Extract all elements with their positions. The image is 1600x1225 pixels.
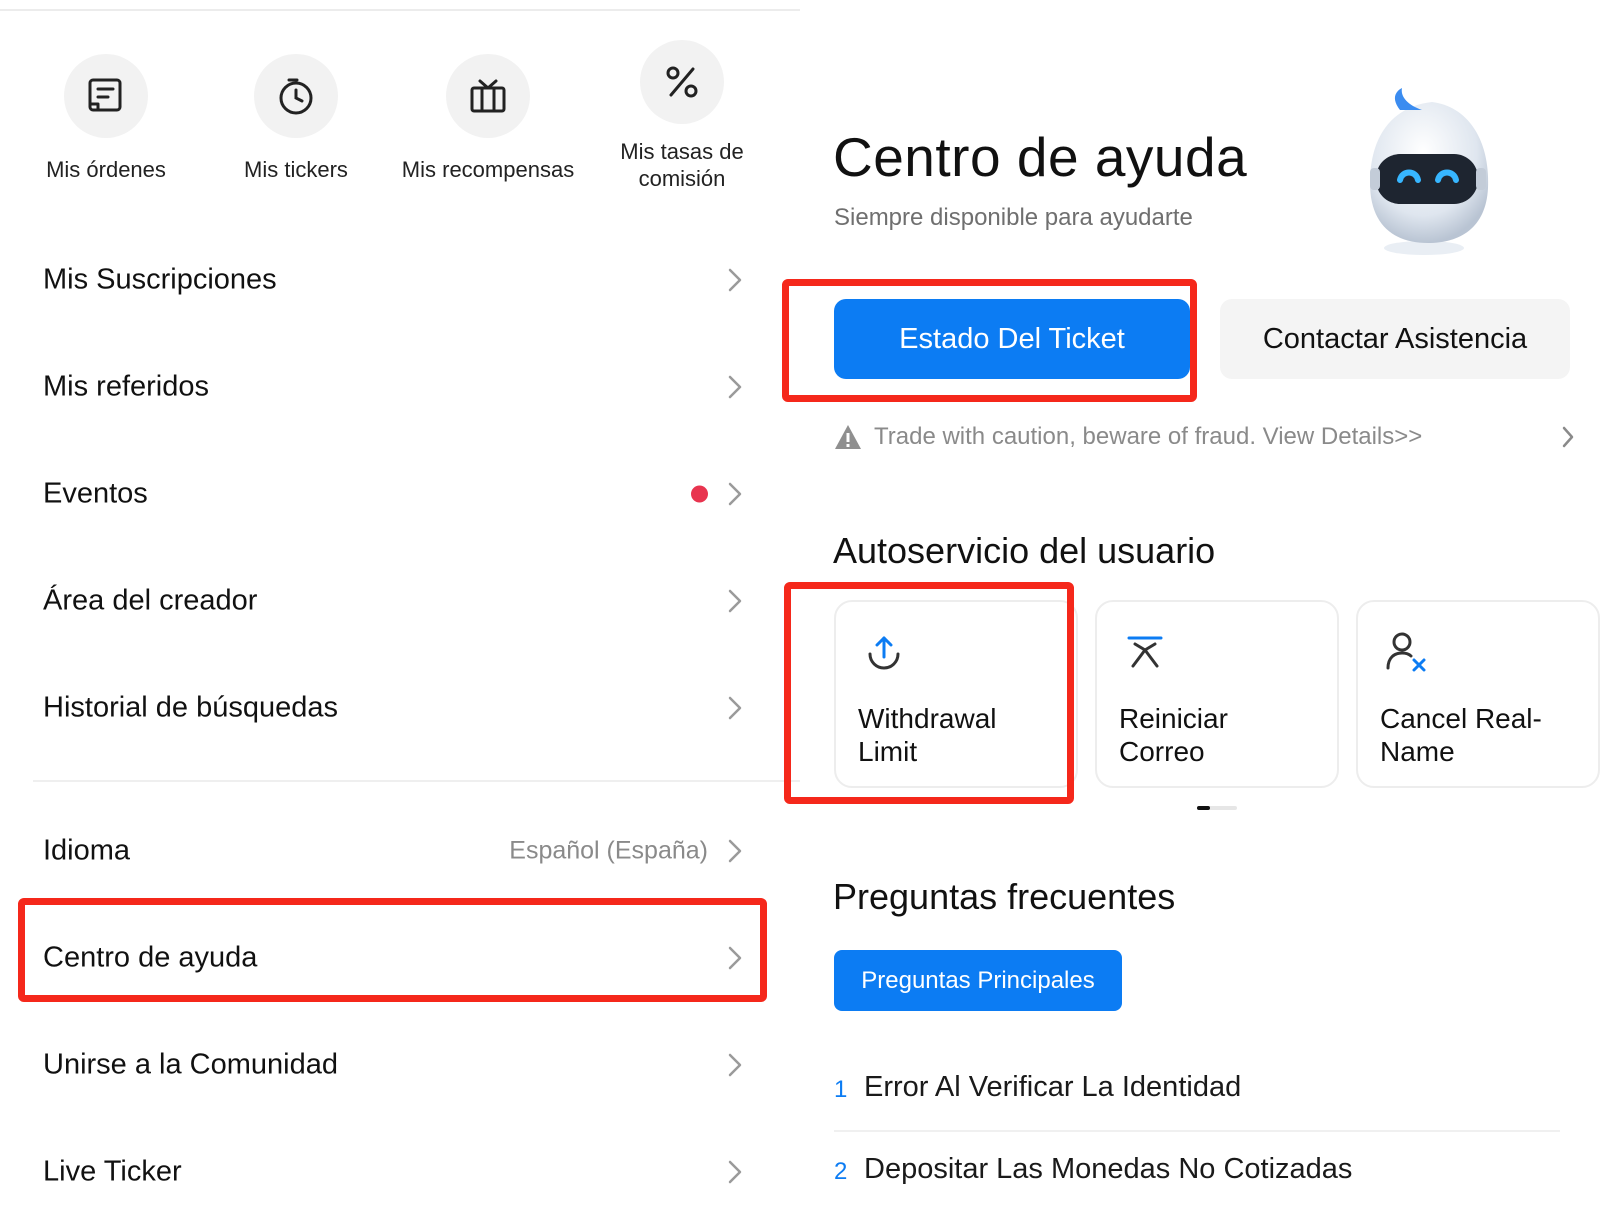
chevron-right-icon bbox=[728, 589, 742, 612]
menu-item-search-history[interactable]: Historial de búsquedas bbox=[0, 654, 800, 761]
menu-item-label: Unirse a la Comunidad bbox=[43, 1048, 338, 1080]
upload-arrow-icon bbox=[868, 636, 900, 670]
menu-item-subscriptions[interactable]: Mis Suscripciones bbox=[0, 226, 800, 333]
card-reset-email[interactable]: Reiniciar Correo bbox=[1095, 600, 1339, 788]
chevron-right-icon bbox=[728, 839, 742, 862]
notification-dot bbox=[691, 485, 708, 502]
chevron-right-icon bbox=[728, 696, 742, 719]
faq-item[interactable]: 1 Error Al Verificar La Identidad bbox=[834, 1060, 1554, 1120]
chevron-right-icon bbox=[728, 1053, 742, 1076]
shortcut-label: Mis órdenes bbox=[46, 157, 166, 182]
carousel-indicator bbox=[1197, 806, 1237, 810]
shortcut-label: Mis recompensas bbox=[401, 157, 575, 182]
page-title: Centro de ayuda bbox=[833, 126, 1248, 188]
card-withdrawal-limit[interactable]: Withdrawal Limit bbox=[834, 600, 1078, 788]
faq-number: 2 bbox=[834, 1158, 848, 1185]
card-label: Cancel Real-Name bbox=[1380, 703, 1542, 767]
menu-item-label: Historial de búsquedas bbox=[43, 691, 339, 723]
faq-divider bbox=[834, 1130, 1560, 1132]
card-cancel-real-name[interactable]: Cancel Real-Name bbox=[1356, 600, 1600, 788]
faq-text: Error Al Verificar La Identidad bbox=[864, 1071, 1242, 1103]
faq-tab-top[interactable]: Preguntas Principales bbox=[834, 950, 1122, 1011]
card-label: Withdrawal Limit bbox=[858, 703, 997, 767]
menu-item-live-ticker[interactable]: Live Ticker bbox=[0, 1118, 800, 1225]
chevron-right-icon bbox=[728, 375, 742, 398]
ticket-status-button[interactable]: Estado Del Ticket bbox=[834, 299, 1190, 379]
orders-icon bbox=[64, 54, 148, 138]
reset-icon bbox=[1127, 636, 1163, 668]
help-center-panel: Centro de ayuda Siempre disponible para … bbox=[782, 0, 1600, 1225]
shortcut-orders[interactable]: Mis órdenes bbox=[8, 40, 204, 183]
faq-text: Depositar Las Monedas No Cotizadas bbox=[864, 1153, 1353, 1185]
page-subtitle: Siempre disponible para ayudarte bbox=[834, 204, 1193, 231]
menu-divider bbox=[33, 780, 800, 782]
menu-item-label: Idioma bbox=[43, 834, 131, 866]
menu-item-label: Mis Suscripciones bbox=[43, 263, 277, 295]
shortcut-label: Mis tasas de comisión bbox=[620, 139, 744, 191]
shortcut-label: Mis tickers bbox=[244, 157, 348, 182]
chevron-right-icon bbox=[728, 482, 742, 505]
menu-item-label: Mis referidos bbox=[43, 370, 209, 402]
menu-item-referrals[interactable]: Mis referidos bbox=[0, 333, 800, 440]
shortcut-fees[interactable]: Mis tasas de comisión bbox=[584, 40, 780, 192]
chevron-right-icon bbox=[728, 268, 742, 291]
menu-item-events[interactable]: Eventos bbox=[0, 440, 800, 547]
menu-item-creator-area[interactable]: Área del creador bbox=[0, 547, 800, 654]
notice-text: Trade with caution, beware of fraud. Vie… bbox=[874, 423, 1423, 450]
user-remove-icon bbox=[1386, 632, 1426, 672]
top-divider bbox=[0, 9, 800, 11]
account-menu-panel: Mis órdenes Mis tickers Mis recompensas … bbox=[0, 0, 800, 1225]
chevron-right-icon bbox=[728, 946, 742, 969]
self-service-title: Autoservicio del usuario bbox=[833, 530, 1216, 571]
menu-item-join-community[interactable]: Unirse a la Comunidad bbox=[0, 1011, 800, 1118]
menu-item-label: Centro de ayuda bbox=[43, 941, 258, 973]
warning-icon bbox=[835, 425, 861, 449]
menu-item-label: Área del creador bbox=[43, 584, 258, 616]
percent-icon bbox=[640, 40, 724, 124]
faq-number: 1 bbox=[834, 1076, 848, 1103]
menu-item-help-center[interactable]: Centro de ayuda bbox=[0, 904, 800, 1011]
robot-mascot-icon bbox=[1370, 88, 1489, 255]
shortcut-tickers[interactable]: Mis tickers bbox=[198, 40, 394, 183]
carousel-indicator-active bbox=[1197, 806, 1210, 810]
menu-item-label: Eventos bbox=[43, 477, 148, 509]
faq-item[interactable]: 2 Depositar Las Monedas No Cotizadas bbox=[834, 1142, 1554, 1202]
card-label: Reiniciar Correo bbox=[1119, 703, 1228, 767]
chevron-right-icon bbox=[1562, 426, 1574, 448]
chevron-right-icon bbox=[728, 1160, 742, 1183]
gift-icon bbox=[446, 54, 530, 138]
fraud-notice[interactable]: Trade with caution, beware of fraud. Vie… bbox=[834, 420, 1574, 456]
menu-item-label: Live Ticker bbox=[43, 1155, 182, 1187]
faq-title: Preguntas frecuentes bbox=[833, 876, 1176, 917]
contact-support-button[interactable]: Contactar Asistencia bbox=[1220, 299, 1570, 379]
language-value: Español (España) bbox=[509, 836, 708, 864]
clock-icon bbox=[254, 54, 338, 138]
shortcut-row: Mis órdenes Mis tickers Mis recompensas … bbox=[0, 40, 800, 210]
shortcut-rewards[interactable]: Mis recompensas bbox=[390, 40, 586, 183]
menu-item-language[interactable]: Idioma Español (España) bbox=[0, 797, 800, 904]
